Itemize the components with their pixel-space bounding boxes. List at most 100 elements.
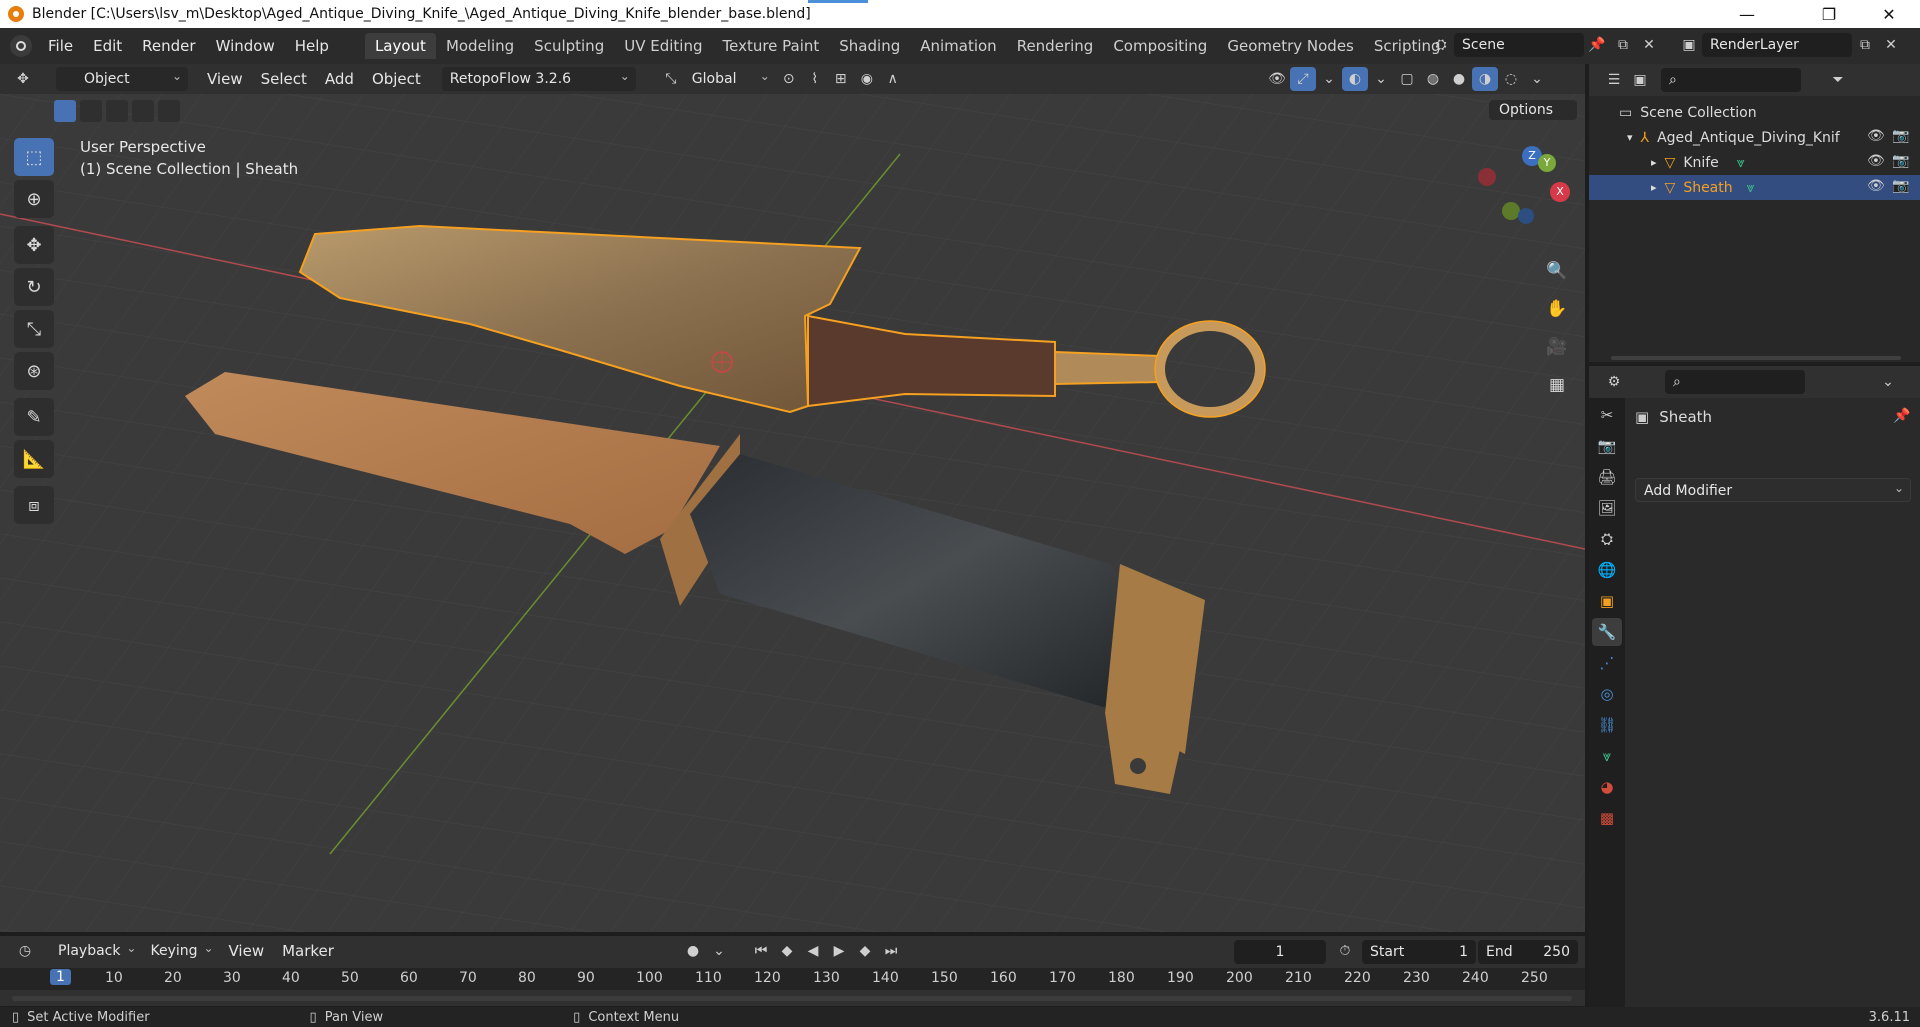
use-preview-range-icon[interactable]: ⏱ xyxy=(1332,939,1358,963)
menu-help[interactable]: Help xyxy=(285,33,339,59)
menu-add[interactable]: Add xyxy=(316,70,363,88)
add-cube-tool-icon[interactable]: ⧈ xyxy=(14,486,54,524)
gizmo-neg-z[interactable] xyxy=(1518,208,1534,224)
transform-tool-icon[interactable]: ⊛ xyxy=(14,352,54,390)
render-tab-icon[interactable]: 📷 xyxy=(1592,432,1622,460)
prev-keyframe-icon[interactable]: ◆ xyxy=(774,939,800,963)
tab-animation[interactable]: Animation xyxy=(910,33,1006,59)
keying-dropdown[interactable]: Keying xyxy=(142,936,219,963)
outliner-editor-icon[interactable]: ☰ xyxy=(1601,68,1627,92)
tab-texture-paint[interactable]: Texture Paint xyxy=(712,33,829,59)
outliner-item-knife[interactable]: ▸ ▽ Knife ⩔ 👁 📷 xyxy=(1589,150,1920,175)
record-icon[interactable]: ● xyxy=(680,939,706,963)
jump-end-icon[interactable]: ⏭ xyxy=(878,939,904,963)
retopoflow-dropdown[interactable]: RetopoFlow 3.2.6 (github) xyxy=(441,64,636,111)
minimize-button[interactable]: — xyxy=(1724,0,1770,28)
eye-icon[interactable]: 👁 xyxy=(1867,178,1885,194)
camera-view-icon[interactable]: 🎥 xyxy=(1540,330,1574,364)
record-options-icon[interactable]: ⌄ xyxy=(706,939,732,963)
gizmo-neg-x[interactable] xyxy=(1478,168,1496,186)
outliner-scrollbar[interactable] xyxy=(1611,356,1901,360)
object-tab-icon[interactable]: ▣ xyxy=(1592,587,1622,615)
tab-sculpting[interactable]: Sculpting xyxy=(524,33,614,59)
options-dropdown[interactable]: Options xyxy=(1488,100,1577,120)
timeline-marker-menu[interactable]: Marker xyxy=(273,942,343,960)
pivot-point-icon[interactable]: ⊙ xyxy=(776,67,802,91)
pin-icon[interactable]: 📌 xyxy=(1893,408,1910,424)
new-layer-icon[interactable]: ⧉ xyxy=(1852,33,1878,57)
scene-icon[interactable]: ⛭ xyxy=(1428,33,1454,57)
eye-icon[interactable]: 👁 xyxy=(1867,153,1885,169)
play-icon[interactable]: ▶ xyxy=(826,939,852,963)
snap-icon[interactable]: ⌇ xyxy=(802,67,828,91)
transform-orientation-dropdown[interactable]: Global xyxy=(684,64,776,91)
physics-tab-icon[interactable]: ◎ xyxy=(1592,680,1622,708)
gizmo-x[interactable]: X xyxy=(1550,182,1570,202)
view-layer-tab-icon[interactable]: 🖼 xyxy=(1592,494,1622,522)
filter-icon[interactable]: ⏷ xyxy=(1825,68,1851,92)
outliner-search-input[interactable]: ⌕ xyxy=(1661,68,1801,92)
tab-layout[interactable]: Layout xyxy=(364,33,436,59)
measure-tool-icon[interactable]: 📐 xyxy=(14,440,54,478)
solid-shading-icon[interactable]: ● xyxy=(1446,67,1472,91)
select-difference-icon[interactable] xyxy=(132,100,154,122)
outliner-item-root[interactable]: ▾ ⅄ Aged_Antique_Diving_Knif 👁 📷 xyxy=(1589,125,1920,150)
tab-uv-editing[interactable]: UV Editing xyxy=(614,33,712,59)
next-keyframe-icon[interactable]: ◆ xyxy=(852,939,878,963)
menu-view[interactable]: View xyxy=(198,70,252,88)
select-extend-icon[interactable] xyxy=(80,100,102,122)
render-camera-icon[interactable]: 📷 xyxy=(1892,128,1909,144)
timeline-ruler[interactable]: 1 10 20 30 40 50 60 70 80 90 100 110 120 130 140 150 160… xyxy=(0,968,1585,990)
render-layer-field[interactable]: RenderLayer xyxy=(1702,33,1852,57)
3d-viewport[interactable]: ⬚ ⊕ ✥ ↻ ⤡ ⊛ ✎ 📐 ⧈ User Perspective (1) S… xyxy=(0,94,1585,932)
add-modifier-dropdown[interactable]: Add Modifier xyxy=(1635,476,1911,502)
current-frame-field[interactable]: 1 xyxy=(1234,940,1326,964)
gizmo-toggle-icon[interactable]: ⤢ xyxy=(1290,67,1316,91)
texture-tab-icon[interactable]: ▩ xyxy=(1592,804,1622,832)
close-button[interactable]: ✕ xyxy=(1866,0,1912,28)
zoom-icon[interactable]: 🔍 xyxy=(1540,254,1574,288)
new-scene-icon[interactable]: ⧉ xyxy=(1610,33,1636,57)
scene-tab-icon[interactable]: ⛭ xyxy=(1592,525,1622,553)
render-layer-icon[interactable]: ▣ xyxy=(1676,33,1702,57)
properties-editor-icon[interactable]: ⚙ xyxy=(1601,370,1627,394)
tab-compositing[interactable]: Compositing xyxy=(1103,33,1217,59)
start-frame-field[interactable]: Start 1 xyxy=(1362,940,1476,964)
select-subtract-icon[interactable] xyxy=(106,100,128,122)
menu-render[interactable]: Render xyxy=(132,33,205,59)
outliner-scene-collection[interactable]: ▭ Scene Collection xyxy=(1589,100,1920,125)
snap-target-icon[interactable]: ⊞ xyxy=(828,67,854,91)
blender-menu-icon[interactable] xyxy=(10,35,32,57)
rotate-tool-icon[interactable]: ↻ xyxy=(14,268,54,306)
maximize-button[interactable]: ❐ xyxy=(1806,0,1852,28)
navigation-gizmo[interactable]: Z Y X xyxy=(1470,146,1570,246)
pan-icon[interactable]: ✋ xyxy=(1540,292,1574,326)
expand-arrow-icon[interactable]: ▸ xyxy=(1651,181,1657,194)
menu-edit[interactable]: Edit xyxy=(83,33,132,59)
select-intersect-icon[interactable] xyxy=(158,100,180,122)
jump-start-icon[interactable]: ⏮ xyxy=(748,939,774,963)
material-shading-icon[interactable]: ◑ xyxy=(1472,67,1498,91)
tab-shading[interactable]: Shading xyxy=(829,33,910,59)
select-new-icon[interactable] xyxy=(54,100,76,122)
gizmo-dropdown-icon[interactable]: ⌄ xyxy=(1316,67,1342,91)
playback-dropdown[interactable]: Playback xyxy=(50,936,142,963)
menu-file[interactable]: File xyxy=(38,33,83,59)
world-tab-icon[interactable]: 🌐 xyxy=(1592,556,1622,584)
end-frame-field[interactable]: End 250 xyxy=(1478,940,1578,964)
visibility-icon[interactable]: 👁 xyxy=(1264,67,1290,91)
properties-search-input[interactable]: ⌕ xyxy=(1665,370,1805,394)
select-box-tool-icon[interactable]: ⬚ xyxy=(14,138,54,176)
render-camera-icon[interactable]: 📷 xyxy=(1892,153,1909,169)
overlay-toggle-icon[interactable]: ◐ xyxy=(1342,67,1368,91)
shading-dropdown-icon[interactable]: ⌄ xyxy=(1524,67,1550,91)
output-tab-icon[interactable]: 🖨 xyxy=(1592,463,1622,491)
ortho-toggle-icon[interactable]: ▦ xyxy=(1540,368,1574,402)
delete-layer-icon[interactable]: ✕ xyxy=(1878,33,1904,57)
tab-modeling[interactable]: Modeling xyxy=(436,33,524,59)
timeline-view-menu[interactable]: View xyxy=(220,942,274,960)
menu-object[interactable]: Object xyxy=(363,70,430,88)
data-tab-icon[interactable]: ⩔ xyxy=(1592,742,1622,770)
wireframe-shading-icon[interactable]: ◍ xyxy=(1420,67,1446,91)
mesh-data-icon[interactable]: ⩔ xyxy=(1737,155,1745,171)
